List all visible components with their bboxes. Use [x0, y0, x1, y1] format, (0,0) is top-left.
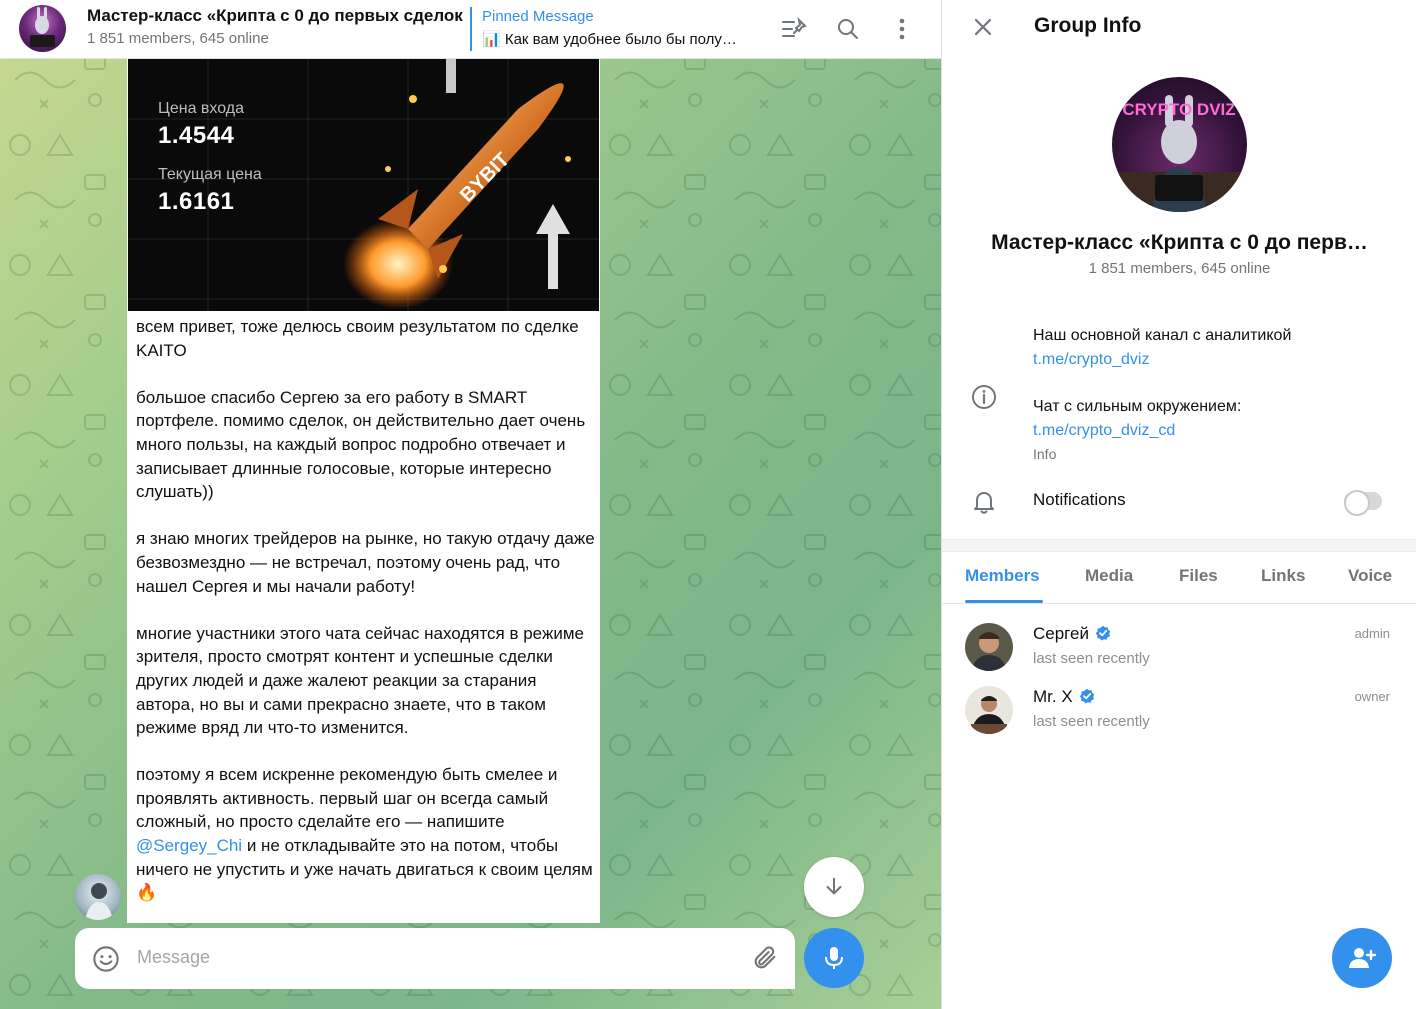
pin-list-icon [782, 17, 807, 37]
info-tabs: Members Media Files Links Voice [942, 552, 1416, 604]
member-status: last seen recently [1033, 713, 1150, 730]
member-avatar-graphic [965, 623, 1013, 671]
trade-result-graphic: BYBIT [128, 59, 599, 311]
message-paragraph-5: поэтому я всем искренне рекомендую быть … [136, 765, 593, 902]
message-composer: Message [75, 928, 795, 989]
more-button[interactable] [883, 10, 921, 48]
group-avatar-logo: CRYPTO DVIZ [1122, 100, 1235, 119]
pinned-list-button[interactable] [775, 10, 813, 48]
microphone-icon [825, 947, 843, 969]
group-member-count: 1 851 members, 645 online [1088, 260, 1271, 277]
group-avatar[interactable]: CRYPTO DVIZ [1112, 77, 1247, 212]
voice-record-button[interactable] [804, 928, 864, 988]
more-icon [899, 18, 905, 40]
info-icon [972, 385, 996, 409]
chat-subtitle: 1 851 members, 645 online [87, 30, 269, 47]
message-text: всем привет, тоже делюсь своим результат… [136, 315, 596, 905]
notifications-toggle[interactable] [1344, 490, 1382, 516]
message-bubble: BYBIT Цена входа 1.4544 Текущая цена 1.6… [127, 59, 600, 923]
tab-media[interactable]: Media [1085, 566, 1133, 586]
message-paragraph-1: всем привет, тоже делюсь своим результат… [136, 317, 584, 360]
add-user-icon [1349, 948, 1376, 968]
chat-panel: BYBIT Цена входа 1.4544 Текущая цена 1.6… [0, 0, 941, 1009]
entry-price-value: 1.4544 [158, 122, 235, 149]
chat-link[interactable]: t.me/crypto_dviz_cd [1033, 419, 1403, 443]
tab-members[interactable]: Members [965, 566, 1040, 586]
current-price-label: Текущая цена [158, 166, 262, 183]
message-paragraph-4: многие участники этого чата сейчас наход… [136, 623, 589, 738]
attach-icon[interactable] [751, 944, 779, 972]
verified-icon [1079, 688, 1094, 704]
member-name: Mr. X [1033, 687, 1095, 707]
message-paragraph-2: большое спасибо Сергею за его работу в S… [136, 387, 590, 502]
pinned-message-label: Pinned Message [482, 8, 594, 25]
search-icon [838, 19, 858, 39]
sender-avatar[interactable] [75, 874, 121, 920]
member-avatar [965, 623, 1013, 671]
member-name-text: Сергей [1033, 624, 1089, 643]
message-paragraph-3: я знаю многих трейдеров на рынке, но так… [136, 529, 600, 596]
tab-voice[interactable]: Voice [1348, 566, 1392, 586]
tab-links[interactable]: Links [1261, 566, 1305, 586]
trade-result-image[interactable]: BYBIT Цена входа 1.4544 Текущая цена 1.6… [128, 59, 599, 311]
description-line-2: Чат с сильным окружением: [1033, 398, 1242, 415]
sender-avatar-graphic [85, 883, 113, 920]
description-line-1: Наш основной канал с аналитикой [1033, 327, 1292, 344]
member-row[interactable]: Сергей last seen recently admin [942, 616, 1416, 678]
group-name: Мастер-класс «Крипта с 0 до перв… [991, 231, 1368, 254]
mention-link[interactable]: @Sergey_Chi [136, 836, 242, 855]
message-paragraph-5-start: поэтому я всем искренне рекомендую быть … [136, 765, 563, 832]
group-info-title: Group Info [1034, 14, 1142, 37]
member-name: Сергей [1033, 624, 1111, 644]
member-avatar [965, 686, 1013, 734]
arrow-down-icon [826, 877, 842, 895]
search-button[interactable] [829, 10, 867, 48]
message-input[interactable]: Message [137, 947, 210, 968]
group-avatar-graphic: CRYPTO DVIZ [1112, 95, 1247, 212]
member-name-text: Mr. X [1033, 687, 1073, 706]
add-member-button[interactable] [1332, 928, 1392, 988]
bell-icon [974, 492, 994, 514]
member-avatar-graphic [965, 686, 1013, 734]
member-role: owner [1354, 689, 1390, 704]
pinned-message[interactable]: Pinned Message 📊 Как вам удобнее было бы… [470, 7, 760, 51]
member-status: last seen recently [1033, 650, 1150, 667]
entry-price-label: Цена входа [158, 100, 245, 117]
active-tab-indicator [965, 600, 1043, 603]
member-role: admin [1354, 626, 1390, 641]
chat-avatar-graphic [30, 7, 55, 47]
scroll-down-button[interactable] [804, 857, 864, 917]
tab-files[interactable]: Files [1179, 566, 1218, 586]
group-info-panel: Group Info CRYPTO DVIZ Мастер-класс «Кри… [941, 0, 1416, 1009]
close-info-button[interactable] [968, 12, 998, 42]
section-divider [942, 539, 1416, 552]
description-caption: Info [1033, 446, 1057, 462]
chat-title[interactable]: Мастер-класс «Крипта с 0 до первых сдело… [87, 6, 463, 26]
channel-link[interactable]: t.me/crypto_dviz [1033, 348, 1403, 372]
pinned-message-text: 📊 Как вам удобнее было бы полу… [482, 31, 737, 48]
notifications-label: Notifications [1033, 490, 1126, 509]
member-row[interactable]: Mr. X last seen recently owner [942, 679, 1416, 741]
chat-header: Мастер-класс «Крипта с 0 до первых сдело… [0, 0, 941, 59]
close-icon [974, 18, 992, 36]
emoji-icon[interactable] [92, 945, 120, 973]
current-price-value: 1.6161 [158, 188, 235, 215]
group-description: Наш основной канал с аналитикой t.me/cry… [1033, 324, 1403, 442]
verified-icon [1095, 625, 1111, 641]
chat-avatar[interactable] [19, 5, 66, 52]
